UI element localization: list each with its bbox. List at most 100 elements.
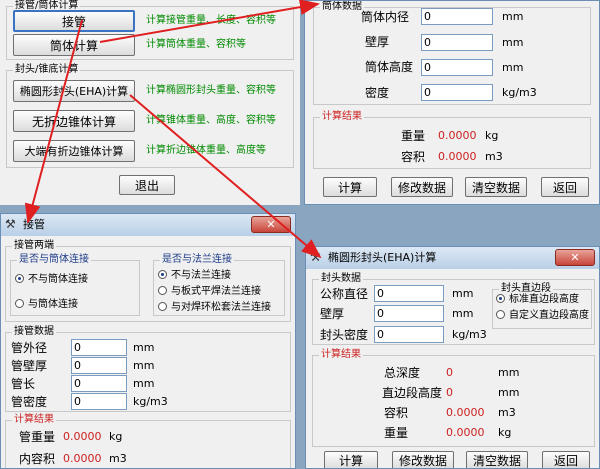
radio-icon: [15, 274, 24, 283]
pipe-titlebar: ⚒ 接管 ✕: [1, 214, 295, 236]
od-label: 管外径: [11, 341, 48, 355]
shell-option-connect-label: 与筒体连接: [28, 299, 78, 310]
radio-icon: [158, 270, 167, 279]
radio-icon: [15, 299, 24, 308]
clear-button[interactable]: 清空数据: [465, 177, 527, 197]
density-unit: kg/m3: [502, 86, 537, 99]
exit-button[interactable]: 退出: [119, 175, 175, 195]
flange-option-loose[interactable]: 与对焊环松套法兰连接: [158, 301, 271, 315]
density-label: 密度: [365, 86, 390, 100]
close-button[interactable]: ✕: [555, 249, 595, 266]
head-wall-input[interactable]: 0: [374, 305, 444, 322]
straight-option-custom[interactable]: 自定义直边段高度: [496, 309, 589, 323]
head-density-unit: kg/m3: [452, 328, 487, 341]
head-density-input[interactable]: 0: [374, 326, 444, 343]
pipe-density-input[interactable]: 0: [71, 393, 127, 410]
head-volume-label: 容积: [384, 406, 409, 420]
back-button[interactable]: 返回: [542, 451, 590, 468]
density-input[interactable]: 0: [421, 84, 493, 101]
straight-height-label: 直边段高度: [382, 386, 443, 400]
calc-button[interactable]: 计算: [324, 451, 378, 468]
pipe-wall-input[interactable]: 0: [71, 357, 127, 374]
shell-option-none[interactable]: 不与筒体连接: [15, 273, 88, 287]
clear-button[interactable]: 清空数据: [466, 451, 528, 468]
shell-connect-title: 是否与筒体连接: [17, 253, 91, 267]
weight-unit: kg: [485, 129, 499, 142]
straight-option-std[interactable]: 标准直边段高度: [496, 293, 579, 307]
volume-unit: m3: [485, 150, 503, 163]
radio-icon: [496, 310, 505, 319]
od-input[interactable]: 0: [71, 339, 127, 356]
straight-height-unit: mm: [498, 386, 520, 399]
back-button[interactable]: 返回: [541, 177, 589, 197]
head-weight-label: 重量: [384, 426, 409, 440]
wall-input[interactable]: 0: [421, 34, 493, 51]
head-weight-unit: kg: [498, 426, 512, 439]
pipe-window: ⚒ 接管 ✕ 接管两端 是否与筒体连接 不与筒体连接 与筒体连接 是否与法兰连接…: [0, 213, 296, 469]
depth-label: 总深度: [384, 366, 421, 380]
weight-value: 0.0000: [438, 129, 477, 142]
eha-calc-desc: 计算椭圆形封头重量、容积等: [146, 85, 276, 96]
eha-calc-button[interactable]: 椭圆形封头(EHA)计算: [13, 80, 135, 102]
cone-plain-button[interactable]: 无折边锥体计算: [13, 110, 135, 132]
wrench-icon: ⚒: [5, 217, 16, 231]
inner-diameter-label: 筒体内径: [361, 10, 410, 24]
straight-option-custom-label: 自定义直边段高度: [509, 310, 589, 321]
volume-label: 容积: [401, 150, 426, 164]
pipe-result-title: 计算结果: [12, 413, 56, 427]
pipe-window-title: 接管: [23, 218, 45, 231]
cone-fold-button[interactable]: 大端有折边锥体计算: [13, 140, 135, 162]
pipe-density-unit: kg/m3: [133, 395, 168, 408]
inner-diameter-unit: mm: [502, 10, 524, 23]
volume-value: 0.0000: [438, 150, 477, 163]
cone-plain-desc: 计算锥体重量、高度、容积等: [146, 115, 276, 126]
close-button[interactable]: ✕: [251, 216, 291, 233]
flange-option-plate[interactable]: 与板式平焊法兰连接: [158, 285, 261, 299]
dn-input[interactable]: 0: [374, 285, 444, 302]
pipe-calc-button[interactable]: 接管: [13, 10, 135, 32]
wall-label: 壁厚: [365, 35, 390, 49]
pipe-data-title: 接管数据: [12, 325, 56, 339]
modify-button[interactable]: 修改数据: [392, 451, 454, 468]
pipe-wall-unit: mm: [133, 359, 155, 372]
pipe-volume-label: 内容积: [19, 452, 56, 466]
pipe-volume-unit: m3: [109, 452, 127, 465]
head-wall-unit: mm: [452, 307, 474, 320]
head-volume-value: 0.0000: [446, 406, 485, 419]
cylinder-result-title: 计算结果: [320, 110, 364, 124]
straight-height-value: 0: [446, 386, 453, 399]
pipe-weight-label: 管重量: [19, 430, 56, 444]
wrench-icon: ⚒: [310, 250, 321, 264]
flange-connect-title: 是否与法兰连接: [160, 253, 234, 267]
wall-unit: mm: [502, 36, 524, 49]
height-input[interactable]: 0: [421, 59, 493, 76]
depth-unit: mm: [498, 366, 520, 379]
head-result-title: 计算结果: [319, 348, 363, 362]
radio-icon: [158, 302, 167, 311]
weight-label: 重量: [401, 129, 426, 143]
cylinder-window: 筒体数据 筒体内径 0 mm 壁厚 0 mm 筒体高度 0 mm 密度 0 kg…: [304, 0, 600, 205]
pipe-calc-desc: 计算接管重量、长度、容积等: [146, 15, 276, 26]
shell-option-none-label: 不与筒体连接: [28, 274, 88, 285]
len-label: 管长: [11, 377, 36, 391]
head-wall-label: 壁厚: [320, 307, 345, 321]
len-unit: mm: [133, 377, 155, 390]
flange-option-loose-label: 与对焊环松套法兰连接: [171, 302, 271, 313]
shell-calc-button[interactable]: 筒体计算: [13, 34, 135, 56]
depth-value: 0: [446, 366, 453, 379]
len-input[interactable]: 0: [71, 375, 127, 392]
cylinder-data-title: 筒体数据: [320, 1, 364, 14]
calc-button[interactable]: 计算: [323, 177, 377, 197]
head-volume-unit: m3: [498, 406, 516, 419]
dn-unit: mm: [452, 287, 474, 300]
height-unit: mm: [502, 61, 524, 74]
radio-icon: [158, 286, 167, 295]
modify-button[interactable]: 修改数据: [391, 177, 453, 197]
pipe-volume-value: 0.0000: [63, 452, 102, 465]
head-weight-value: 0.0000: [446, 426, 485, 439]
shell-option-connect[interactable]: 与筒体连接: [15, 298, 78, 312]
flange-option-none[interactable]: 不与法兰连接: [158, 269, 231, 283]
shell-calc-desc: 计算筒体重量、容积等: [146, 39, 246, 50]
inner-diameter-input[interactable]: 0: [421, 8, 493, 25]
straight-option-std-label: 标准直边段高度: [509, 294, 579, 305]
